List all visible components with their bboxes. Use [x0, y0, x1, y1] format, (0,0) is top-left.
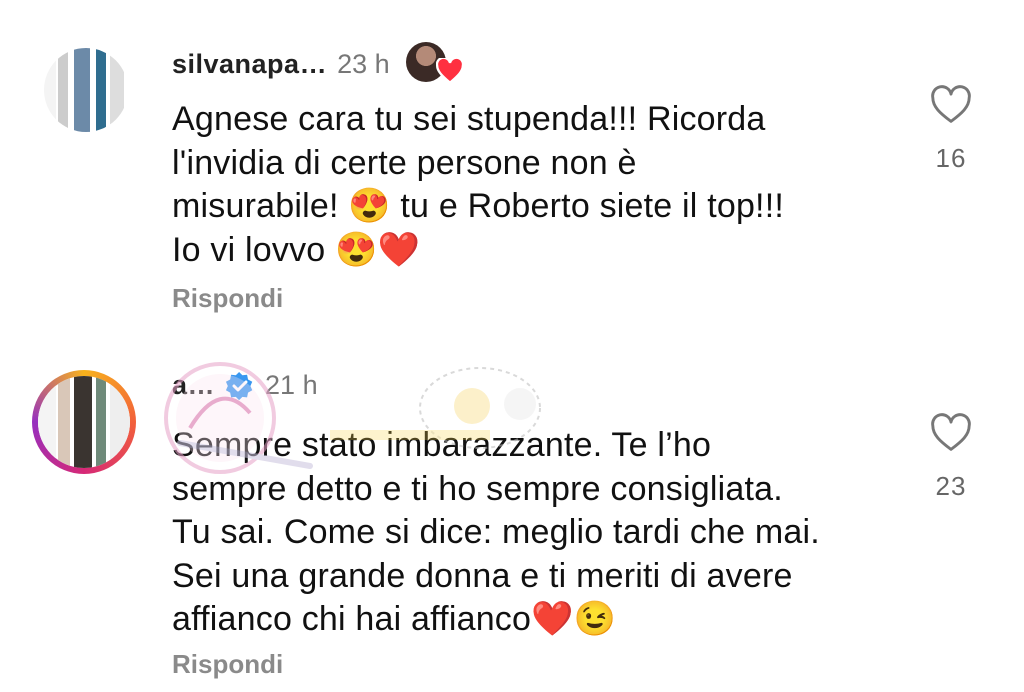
story-ring[interactable] — [32, 370, 136, 474]
timestamp: 21 h — [265, 370, 318, 400]
verified-badge-icon — [225, 371, 253, 400]
timestamp: 23 h — [337, 48, 390, 79]
like-control: 16 — [928, 85, 974, 174]
comment-text: Agnese cara tu sei stupenda!!! Ricorda l… — [172, 100, 784, 269]
heart-outline-icon[interactable] — [929, 413, 973, 453]
heart-outline-icon[interactable] — [929, 85, 973, 125]
comment-1: silvanapa… 23 h Agnese cara tu sei stupe… — [0, 0, 1024, 340]
red-heart-icon — [435, 58, 464, 84]
like-count: 23 — [935, 471, 967, 501]
username[interactable]: a… — [172, 370, 215, 401]
reply-button[interactable]: Rispondi — [172, 283, 283, 314]
reply-button[interactable]: Rispondi — [172, 649, 283, 680]
commenter-avatar — [38, 376, 130, 468]
commenter-avatar[interactable] — [44, 48, 128, 132]
comment-text: Sempre stato imbarazzante. Te l’ho sempr… — [172, 426, 820, 638]
comment-header: a… 21 h — [172, 370, 318, 401]
like-control: 23 — [928, 413, 974, 502]
comment-header: silvanapa… 23 h — [172, 42, 464, 86]
username[interactable]: silvanapa… — [172, 49, 327, 80]
creator-liked-indicator — [405, 42, 464, 86]
comment-2: a… 21 h Sempre stato imbarazzante. Te l’… — [0, 340, 1024, 692]
like-count: 16 — [935, 143, 967, 173]
